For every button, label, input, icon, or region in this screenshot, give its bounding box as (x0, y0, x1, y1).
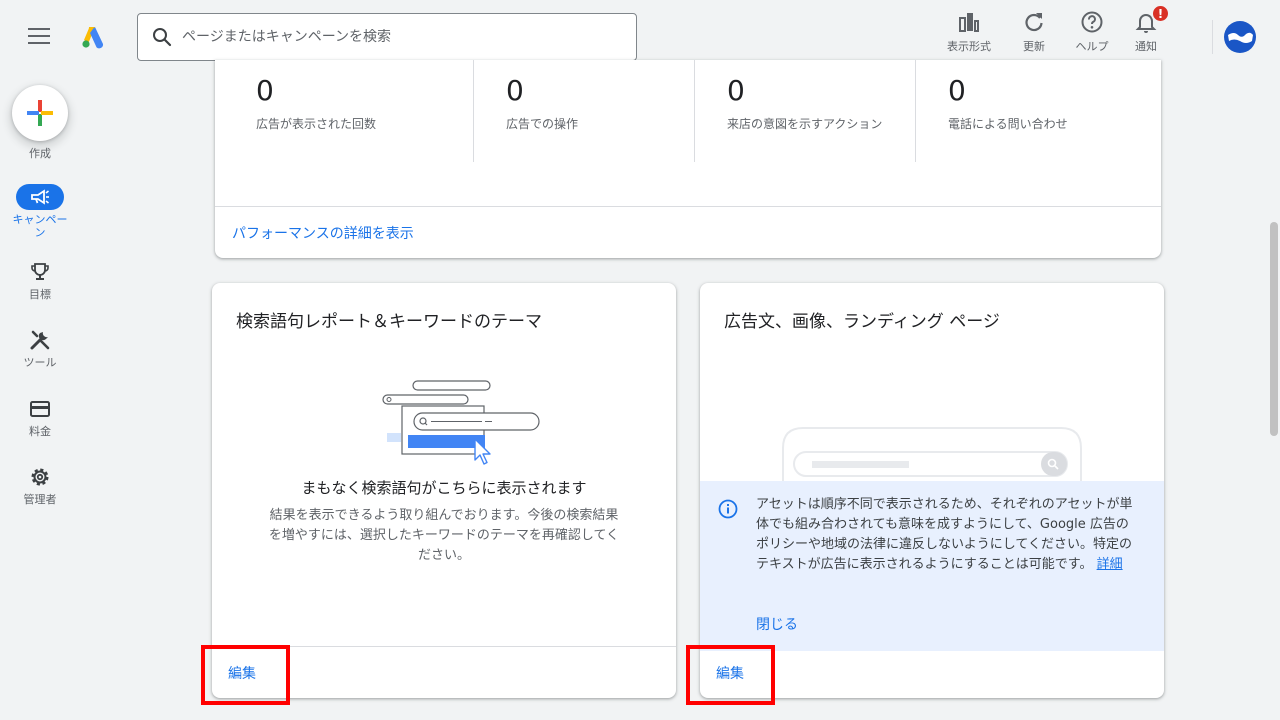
learn-more-link[interactable]: 詳細 (1097, 557, 1123, 572)
tools-icon (16, 327, 64, 353)
info-icon (718, 499, 738, 519)
nav-label-campaigns: キャンペーン (12, 213, 68, 239)
nav-item-admin[interactable]: 管理者 (0, 464, 80, 506)
gear-icon (16, 464, 64, 490)
search-bar[interactable] (137, 13, 637, 61)
metric-label: 広告が表示された回数 (256, 117, 377, 131)
metric-value: 0 (948, 74, 966, 107)
nav-label-billing: 料金 (29, 425, 51, 438)
nav-item-campaigns[interactable]: キャンペーン (0, 184, 80, 239)
edit-search-terms-button[interactable]: 編集 (228, 663, 256, 683)
create-button[interactable] (12, 85, 68, 141)
refresh-icon (1025, 13, 1043, 32)
nav-item-billing[interactable]: 料金 (0, 396, 80, 438)
appearance-label: 表示形式 (947, 40, 991, 53)
metric-calls: 0 電話による問い合わせ (948, 60, 1148, 162)
notification-badge: ! (1151, 4, 1170, 23)
help-label: ヘルプ (1075, 40, 1109, 53)
nav-item-goals[interactable]: 目標 (0, 259, 80, 301)
edit-ads-button[interactable]: 編集 (716, 663, 744, 683)
metric-divider (694, 60, 695, 162)
card-divider (215, 206, 1161, 207)
nav-label-tools: ツール (23, 356, 57, 369)
search-input[interactable] (182, 29, 602, 45)
metrics-card: 0 広告が表示された回数 0 広告での操作 0 来店の意図を示すアクション 0 … (215, 60, 1161, 258)
search-illustration-icon (382, 380, 540, 465)
info-text: アセットは順序不同で表示されるため、それぞれのアセットが単体でも組み合わされても… (756, 495, 1140, 575)
avatar-image-icon (1228, 32, 1253, 43)
metric-label: 広告での操作 (506, 117, 579, 131)
card-title: 検索語句レポート＆キーワードのテーマ (236, 312, 542, 332)
notifications-button[interactable]: 通知 ! (1114, 4, 1178, 54)
scrollbar[interactable] (1270, 222, 1278, 436)
metric-interactions: 0 広告での操作 (506, 60, 696, 162)
empty-state-body: 結果を表示できるよう取り組んでおります。今後の検索結果を増やすには、選択したキー… (268, 508, 620, 563)
ads-card: 広告文、画像、ランディング ページ アセットは順序不同で表示されるため、それぞれ… (700, 283, 1164, 698)
info-message: アセットは順序不同で表示されるため、それぞれのアセットが単体でも組み合わされても… (756, 497, 1133, 572)
menu-icon[interactable] (28, 28, 50, 46)
appearance-button[interactable]: 表示形式 (937, 10, 1001, 54)
bar-chart-icon (959, 13, 979, 32)
card-divider (212, 646, 676, 647)
plus-icon (27, 100, 53, 126)
notifications-label: 通知 (1135, 40, 1157, 53)
create-label: 作成 (29, 147, 51, 160)
metric-value: 0 (256, 74, 274, 107)
refresh-button[interactable]: 更新 (1002, 10, 1066, 54)
nav-label-goals: 目標 (29, 288, 51, 301)
nav-item-tools[interactable]: ツール (0, 327, 80, 369)
help-icon (1081, 11, 1103, 33)
metric-label: 電話による問い合わせ (948, 117, 1068, 131)
metric-divider (473, 60, 474, 162)
google-ads-logo[interactable] (80, 24, 106, 50)
header-divider (1212, 20, 1213, 54)
credit-card-icon (16, 396, 64, 422)
search-terms-card: 検索語句レポート＆キーワードのテーマ まもなく検索語句がこちらに表示されます 結… (212, 283, 676, 698)
nav-label-admin: 管理者 (23, 493, 57, 506)
close-banner-button[interactable]: 閉じる (756, 614, 798, 634)
megaphone-icon (16, 184, 64, 210)
metric-divider (915, 60, 916, 162)
info-banner: アセットは順序不同で表示されるため、それぞれのアセットが単体でも組み合わされても… (700, 481, 1164, 651)
card-title: 広告文、画像、ランディング ページ (724, 312, 1000, 332)
view-performance-link[interactable]: パフォーマンスの詳細を表示 (232, 223, 414, 243)
metric-value: 0 (727, 74, 745, 107)
metric-impressions: 0 広告が表示された回数 (256, 60, 466, 162)
refresh-label: 更新 (1023, 40, 1045, 53)
avatar[interactable] (1224, 21, 1256, 53)
empty-state-title: まもなく検索語句がこちらに表示されます (301, 479, 587, 497)
metric-label: 来店の意図を示すアクション (727, 117, 883, 131)
metric-store-visits: 0 来店の意図を示すアクション (727, 60, 917, 162)
trophy-icon (16, 259, 64, 285)
search-icon (153, 28, 172, 47)
phone-mockup-icon (782, 427, 1082, 482)
metric-value: 0 (506, 74, 524, 107)
